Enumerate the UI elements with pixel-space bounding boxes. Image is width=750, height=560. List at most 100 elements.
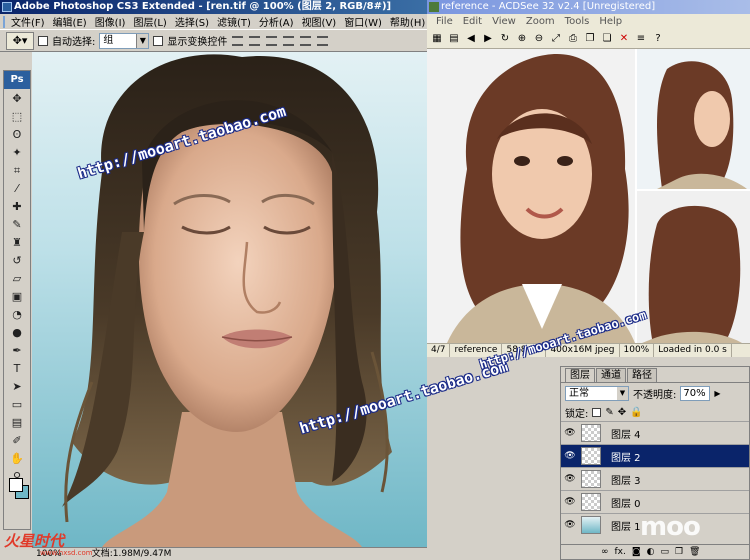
notes-tool-icon[interactable]: ▤ — [7, 414, 27, 431]
acdsee-status-bar: 4/7 reference 58.8 KB 400x16M jpeg 100% … — [427, 343, 750, 357]
hand-tool-icon[interactable]: ✋ — [7, 450, 27, 467]
acd-menu-file[interactable]: File — [431, 16, 458, 27]
layer-name: 图层 1 — [611, 521, 641, 533]
eye-icon[interactable]: 👁 — [561, 428, 579, 438]
eye-icon[interactable]: 👁 — [561, 520, 579, 530]
document-icon[interactable] — [3, 15, 5, 28]
opacity-label: 不透明度: — [633, 389, 677, 401]
acd-menu-view[interactable]: View — [487, 16, 521, 27]
layer-row[interactable]: 👁 图层 4 — [561, 421, 749, 444]
healing-brush-tool-icon[interactable]: ✚ — [7, 198, 27, 215]
acd-menu-tools[interactable]: Tools — [560, 16, 595, 27]
delete-layer-icon[interactable]: 🗑 — [689, 547, 700, 557]
align-center-icon[interactable] — [300, 35, 312, 46]
brush-tool-icon[interactable]: ✎ — [7, 216, 27, 233]
gradient-tool-icon[interactable]: ▣ — [7, 288, 27, 305]
layer-row[interactable]: 👁 图层 3 — [561, 467, 749, 490]
paste-icon[interactable]: ❏ — [600, 32, 614, 46]
link-layers-icon[interactable]: ∞ — [601, 547, 609, 557]
menu-view[interactable]: 视图(V) — [298, 14, 341, 29]
copy-icon[interactable]: ❐ — [583, 32, 597, 46]
delete-icon[interactable]: ✕ — [617, 32, 631, 46]
zoom-in-icon[interactable]: ⊕ — [515, 32, 529, 46]
menu-image[interactable]: 图像(I) — [91, 14, 130, 29]
move-tool-icon[interactable]: ✥ — [7, 90, 27, 107]
show-transform-checkbox[interactable] — [153, 35, 164, 46]
blend-mode-dropdown[interactable]: 正常 ▼ — [565, 385, 629, 401]
layer-row[interactable]: 👁 图层 2 — [561, 444, 749, 467]
layer-row[interactable]: 👁 图层 0 — [561, 490, 749, 513]
adjustment-layer-icon[interactable]: ◐ — [647, 547, 655, 557]
type-tool-icon[interactable]: T — [7, 360, 27, 377]
opacity-arrow-icon[interactable]: ▶ — [714, 389, 720, 398]
opacity-input[interactable]: 70% — [680, 385, 711, 401]
layer-mask-icon[interactable]: ◙ — [632, 547, 641, 557]
menu-analysis[interactable]: 分析(A) — [255, 14, 298, 29]
magic-wand-tool-icon[interactable]: ✦ — [7, 144, 27, 161]
align-left-icon[interactable] — [283, 35, 295, 46]
marquee-tool-icon[interactable]: ⬚ — [7, 108, 27, 125]
blend-opacity-row: 正常 ▼ 不透明度: 70% ▶ — [561, 383, 749, 403]
acd-menu-help[interactable]: Help — [594, 16, 627, 27]
previous-icon[interactable]: ◀ — [464, 32, 478, 46]
menu-select[interactable]: 选择(S) — [171, 14, 213, 29]
shape-tool-icon[interactable]: ▭ — [7, 396, 27, 413]
fit-icon[interactable]: ⤢ — [549, 32, 563, 46]
new-layer-icon[interactable]: ❐ — [675, 547, 683, 557]
lock-all-icon[interactable]: 🔒 — [630, 407, 642, 418]
auto-select-dropdown[interactable]: 组 ▼ — [99, 32, 150, 49]
eyedropper-sample-tool-icon[interactable]: ✐ — [7, 432, 27, 449]
acd-menu-edit[interactable]: Edit — [458, 16, 487, 27]
tab-channels[interactable]: 通道 — [596, 368, 626, 382]
eyedropper-tool-icon[interactable]: ⁄ — [7, 180, 27, 197]
eye-icon[interactable]: 👁 — [561, 451, 579, 461]
dodge-tool-icon[interactable]: ● — [7, 324, 27, 341]
refresh-icon[interactable]: ↻ — [498, 32, 512, 46]
path-select-tool-icon[interactable]: ➤ — [7, 378, 27, 395]
acd-zoom: 100% — [620, 344, 655, 357]
blur-tool-icon[interactable]: ◔ — [7, 306, 27, 323]
tab-layers[interactable]: 图层 — [565, 368, 595, 382]
menu-edit[interactable]: 编辑(E) — [49, 14, 91, 29]
print-icon[interactable]: ⎙ — [566, 32, 580, 46]
zoom-out-icon[interactable]: ⊖ — [532, 32, 546, 46]
open-folder-icon[interactable]: ▤ — [447, 32, 461, 46]
lasso-tool-icon[interactable]: ʘ — [7, 126, 27, 143]
move-tool-preset[interactable]: ✥▾ — [6, 31, 34, 50]
lock-position-icon[interactable]: ✥ — [618, 407, 626, 418]
tab-paths[interactable]: 路径 — [627, 368, 657, 382]
acd-menu-zoom[interactable]: Zoom — [521, 16, 560, 27]
foreground-color-swatch[interactable] — [9, 478, 23, 492]
ps-toolbox-logo: Ps — [4, 71, 30, 89]
pen-tool-icon[interactable]: ✒ — [7, 342, 27, 359]
toolbox: Ps ✥ ⬚ ʘ ✦ ⌗ ⁄ ✚ ✎ ♜ ↺ ▱ ▣ ◔ ● ✒ T ➤ ▭ ▤… — [3, 70, 31, 530]
align-right-icon[interactable] — [317, 35, 329, 46]
lock-transparency-icon[interactable] — [592, 407, 602, 417]
help-icon[interactable]: ? — [651, 32, 665, 46]
menu-window[interactable]: 窗口(W) — [340, 14, 386, 29]
stamp-tool-icon[interactable]: ♜ — [7, 234, 27, 251]
menu-filter[interactable]: 滤镜(T) — [213, 14, 255, 29]
next-icon[interactable]: ▶ — [481, 32, 495, 46]
crop-tool-icon[interactable]: ⌗ — [7, 162, 27, 179]
align-top-icon[interactable] — [232, 35, 244, 46]
lock-image-icon[interactable]: ✎ — [605, 407, 613, 418]
eye-icon[interactable]: 👁 — [561, 497, 579, 507]
align-middle-icon[interactable] — [249, 35, 261, 46]
eye-icon[interactable]: 👁 — [561, 474, 579, 484]
eraser-tool-icon[interactable]: ▱ — [7, 270, 27, 287]
menu-file[interactable]: 文件(F) — [7, 14, 49, 29]
history-brush-tool-icon[interactable]: ↺ — [7, 252, 27, 269]
photoshop-title: Adobe Photoshop CS3 Extended - [ren.tif … — [14, 1, 392, 12]
layer-style-icon[interactable]: fx. — [615, 547, 626, 557]
show-transform-label: 显示变换控件 — [167, 37, 228, 48]
auto-select-checkbox[interactable] — [38, 35, 48, 46]
menu-layer[interactable]: 图层(L) — [129, 14, 170, 29]
acdsee-image-view[interactable] — [427, 49, 750, 343]
align-bottom-icon[interactable] — [266, 35, 278, 46]
properties-icon[interactable]: ≡ — [634, 32, 648, 46]
menu-help[interactable]: 帮助(H) — [386, 14, 429, 29]
browse-icon[interactable]: ▦ — [430, 32, 444, 46]
new-group-icon[interactable]: ▭ — [660, 547, 669, 557]
layer-thumbnail — [581, 493, 601, 511]
